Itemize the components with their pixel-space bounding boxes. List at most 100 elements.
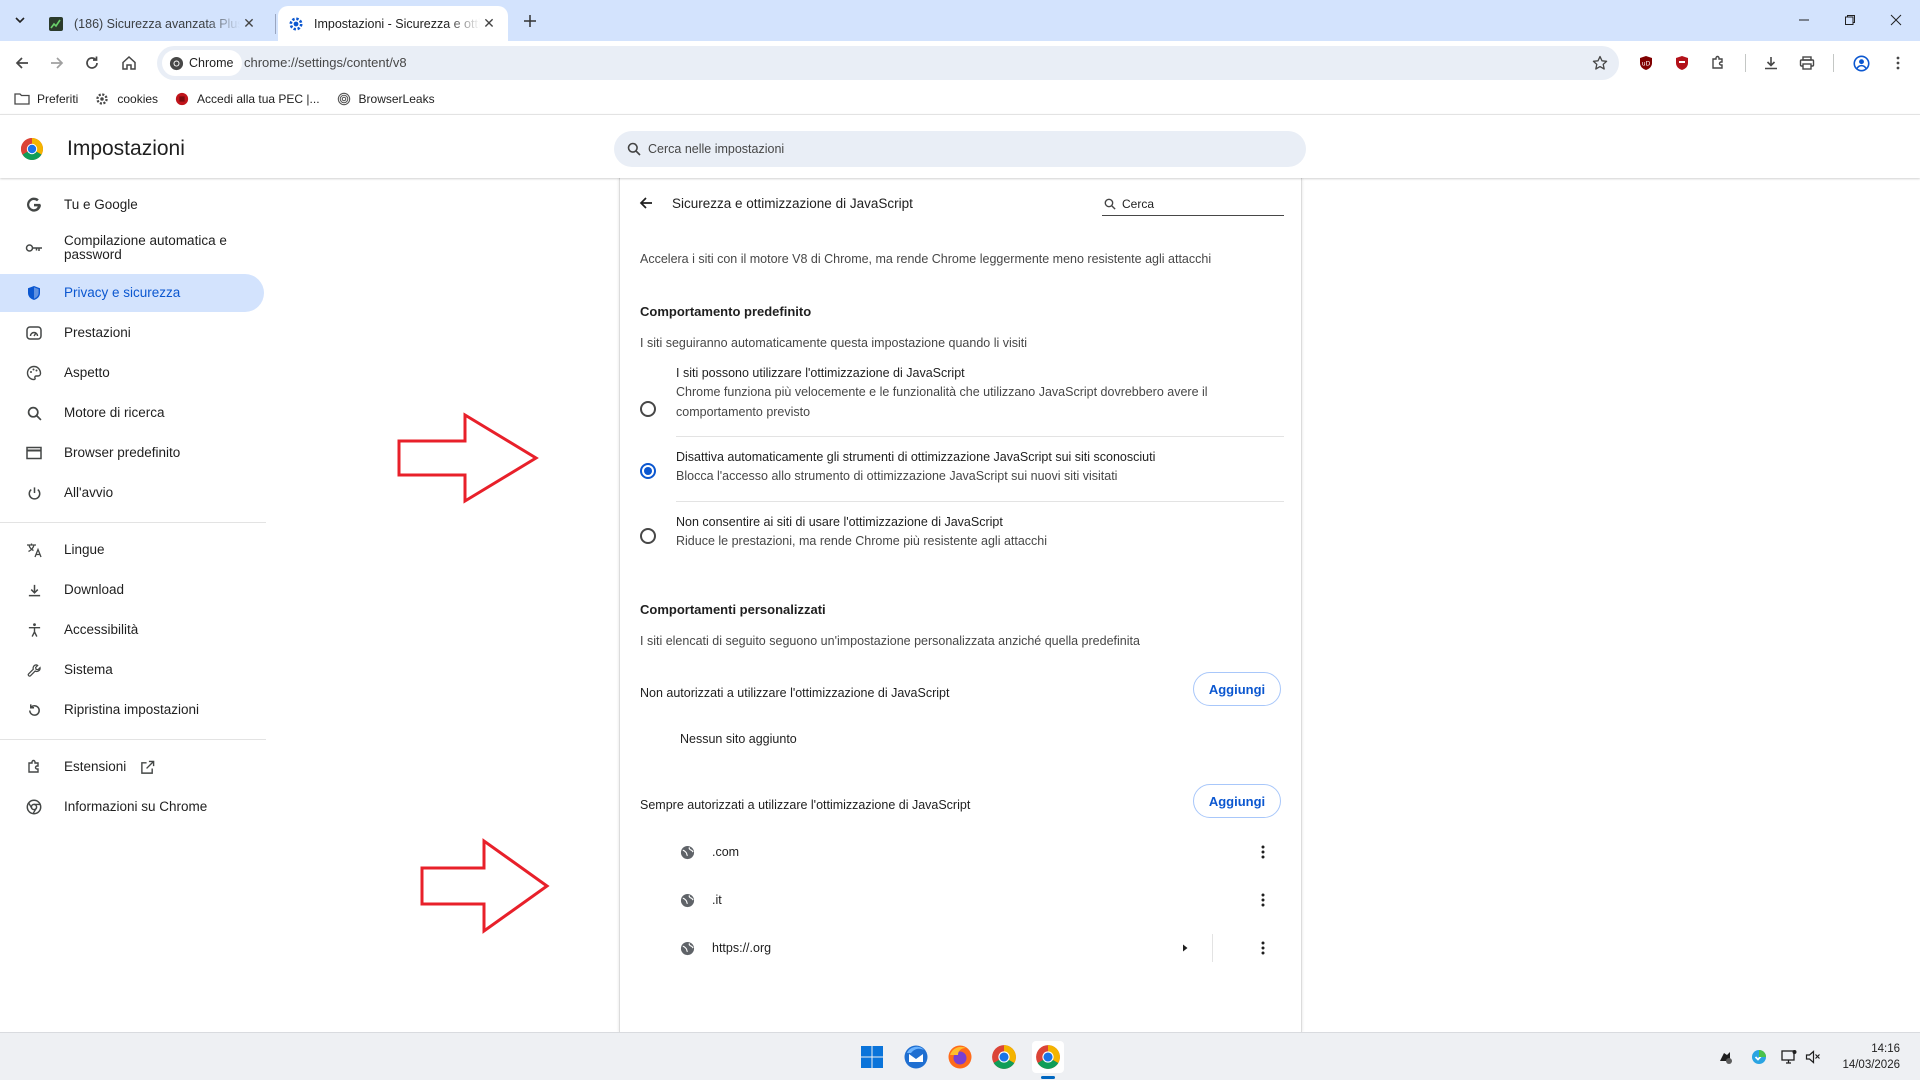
- globe-icon: [679, 940, 695, 956]
- close-tab-icon[interactable]: ✕: [480, 15, 498, 33]
- privacy-badger-extension-button[interactable]: [1668, 49, 1696, 77]
- active-app-indicator: [1041, 1076, 1055, 1079]
- settings-search-input[interactable]: [648, 142, 1248, 156]
- site-more-actions-button[interactable]: [1251, 936, 1275, 960]
- allowed-list-label: Sempre autorizzati a utilizzare l'ottimi…: [640, 798, 971, 812]
- sidebar-item-all-avvio[interactable]: All'avvio: [0, 474, 264, 512]
- bookmark-label: cookies: [117, 92, 159, 106]
- tab-title: (186) Sicurezza avanzata Plus -: [74, 16, 240, 31]
- settings-search[interactable]: [614, 131, 1306, 167]
- settings-gear-icon: [288, 16, 304, 32]
- close-window-button[interactable]: [1873, 0, 1919, 40]
- svg-text:uD: uD: [1642, 61, 1651, 68]
- radio-button[interactable]: [640, 401, 656, 417]
- sidebar-item-tu-e-google[interactable]: Tu e Google: [0, 186, 264, 224]
- power-icon: [24, 483, 44, 503]
- sidebar-item-lingue[interactable]: Lingue: [0, 531, 264, 569]
- radio-button[interactable]: [640, 528, 656, 544]
- tray-security-icon[interactable]: [1716, 1048, 1734, 1066]
- sidebar-item-accessibilita[interactable]: Accessibilità: [0, 611, 264, 649]
- bookmark-browserleaks[interactable]: BrowserLeaks: [332, 86, 443, 112]
- taskbar-firefox[interactable]: [944, 1041, 976, 1073]
- sidebar-item-prestazioni[interactable]: Prestazioni: [0, 314, 264, 352]
- reload-button[interactable]: [78, 49, 106, 77]
- add-blocked-site-button[interactable]: Aggiungi: [1193, 672, 1281, 706]
- url-text[interactable]: chrome://settings/content/v8: [244, 55, 407, 70]
- site-expand-button[interactable]: [1173, 936, 1197, 960]
- tray-defender-icon[interactable]: [1750, 1048, 1768, 1066]
- printer-icon: [1799, 56, 1815, 70]
- add-allowed-site-button[interactable]: Aggiungi: [1193, 784, 1281, 818]
- radio-option-description: Riduce le prestazioni, ma rende Chrome p…: [676, 534, 1048, 548]
- windows-taskbar: 14:16 14/03/2026: [0, 1032, 1920, 1080]
- bookmark-star-button[interactable]: [1589, 52, 1611, 74]
- bookmark-preferiti[interactable]: Preferiti: [10, 86, 86, 112]
- chrome-logo-icon: [21, 138, 43, 160]
- allowed-site-row: .com: [620, 828, 1283, 876]
- globe-icon: [679, 844, 695, 860]
- close-tab-icon[interactable]: ✕: [240, 15, 258, 33]
- site-info-chip[interactable]: Chrome: [162, 50, 243, 76]
- sidebar-item-sistema[interactable]: Sistema: [0, 651, 264, 689]
- page-description: Accelera i siti con il motore V8 di Chro…: [640, 252, 1212, 266]
- tab-sicurezza-avanzata[interactable]: (186) Sicurezza avanzata Plus - ✕: [38, 6, 268, 41]
- tray-network-icon[interactable]: [1780, 1048, 1798, 1066]
- sidebar-item-estensioni[interactable]: Estensioni: [0, 748, 264, 786]
- sidebar-item-privacy[interactable]: Privacy e sicurezza: [0, 274, 264, 312]
- taskbar-clock[interactable]: 14:16 14/03/2026: [1842, 1041, 1900, 1073]
- windows-start-button[interactable]: [856, 1041, 888, 1073]
- tab-search-button[interactable]: [7, 8, 33, 32]
- print-button[interactable]: [1793, 49, 1821, 77]
- sidebar-item-autofill[interactable]: Compilazione automatica e password: [0, 224, 264, 272]
- minimize-button[interactable]: [1781, 0, 1827, 40]
- chrome-icon: [24, 797, 44, 817]
- forward-button[interactable]: [43, 49, 71, 77]
- tab-title: Impostazioni - Sicurezza e ottimizzazion…: [314, 16, 480, 31]
- restore-icon: [1845, 15, 1855, 25]
- bookmark-cookies[interactable]: cookies: [90, 86, 166, 112]
- kebab-menu-icon: [1896, 56, 1900, 70]
- ublock-extension-button[interactable]: uD: [1632, 49, 1660, 77]
- taskbar-chrome[interactable]: [988, 1041, 1020, 1073]
- sidebar-item-browser-predefinito[interactable]: Browser predefinito: [0, 434, 264, 472]
- site-more-actions-button[interactable]: [1251, 888, 1275, 912]
- kebab-menu-icon: [1261, 941, 1265, 955]
- tray-volume-muted-icon[interactable]: [1804, 1048, 1822, 1066]
- sidebar-item-informazioni[interactable]: Informazioni su Chrome: [0, 788, 264, 826]
- new-tab-button[interactable]: [518, 9, 542, 33]
- clock-time: 14:16: [1871, 1043, 1900, 1055]
- arrow-right-icon: [51, 57, 64, 69]
- radio-option-block[interactable]: Non consentire ai siti di usare l'ottimi…: [620, 515, 1283, 575]
- radio-option-description: Chrome funziona più velocemente e le fun…: [676, 385, 1208, 419]
- sidebar-item-motore-di-ricerca[interactable]: Motore di ricerca: [0, 394, 264, 432]
- extensions-button[interactable]: [1704, 49, 1732, 77]
- sidebar-item-download[interactable]: Download: [0, 571, 264, 609]
- taskbar-chrome-active[interactable]: [1032, 1041, 1064, 1073]
- restore-window-button[interactable]: [1827, 0, 1873, 40]
- page-title: Sicurezza e ottimizzazione di JavaScript: [672, 196, 913, 211]
- taskbar-thunderbird[interactable]: [900, 1041, 932, 1073]
- tab-impostazioni[interactable]: Impostazioni - Sicurezza e ottimizzazion…: [278, 6, 508, 41]
- profile-button[interactable]: [1847, 49, 1875, 77]
- sidebar-item-ripristina[interactable]: Ripristina impostazioni: [0, 691, 264, 729]
- radio-button-checked[interactable]: [640, 463, 656, 479]
- page-search-input[interactable]: [1122, 196, 1272, 211]
- address-bar[interactable]: Chrome chrome://settings/content/v8: [157, 46, 1619, 80]
- back-button[interactable]: [8, 49, 36, 77]
- sidebar-divider: [0, 739, 266, 740]
- globe-icon: [679, 892, 695, 908]
- bookmark-pec[interactable]: Accedi alla tua PEC |...: [170, 86, 328, 112]
- settings-page-title: Impostazioni: [67, 137, 185, 160]
- sidebar-item-aspetto[interactable]: Aspetto: [0, 354, 264, 392]
- home-button[interactable]: [115, 49, 143, 77]
- site-more-actions-button[interactable]: [1251, 840, 1275, 864]
- page-search[interactable]: [1102, 192, 1284, 216]
- arrow-left-icon: [15, 57, 28, 69]
- browser-menu-button[interactable]: [1884, 49, 1912, 77]
- tab-strip: (186) Sicurezza avanzata Plus - ✕ Impost…: [0, 0, 1920, 41]
- key-icon: [24, 238, 44, 258]
- downloads-button[interactable]: [1757, 49, 1785, 77]
- shield-icon: [24, 283, 44, 303]
- back-button[interactable]: [634, 191, 658, 215]
- bookmark-label: Preferiti: [37, 92, 79, 106]
